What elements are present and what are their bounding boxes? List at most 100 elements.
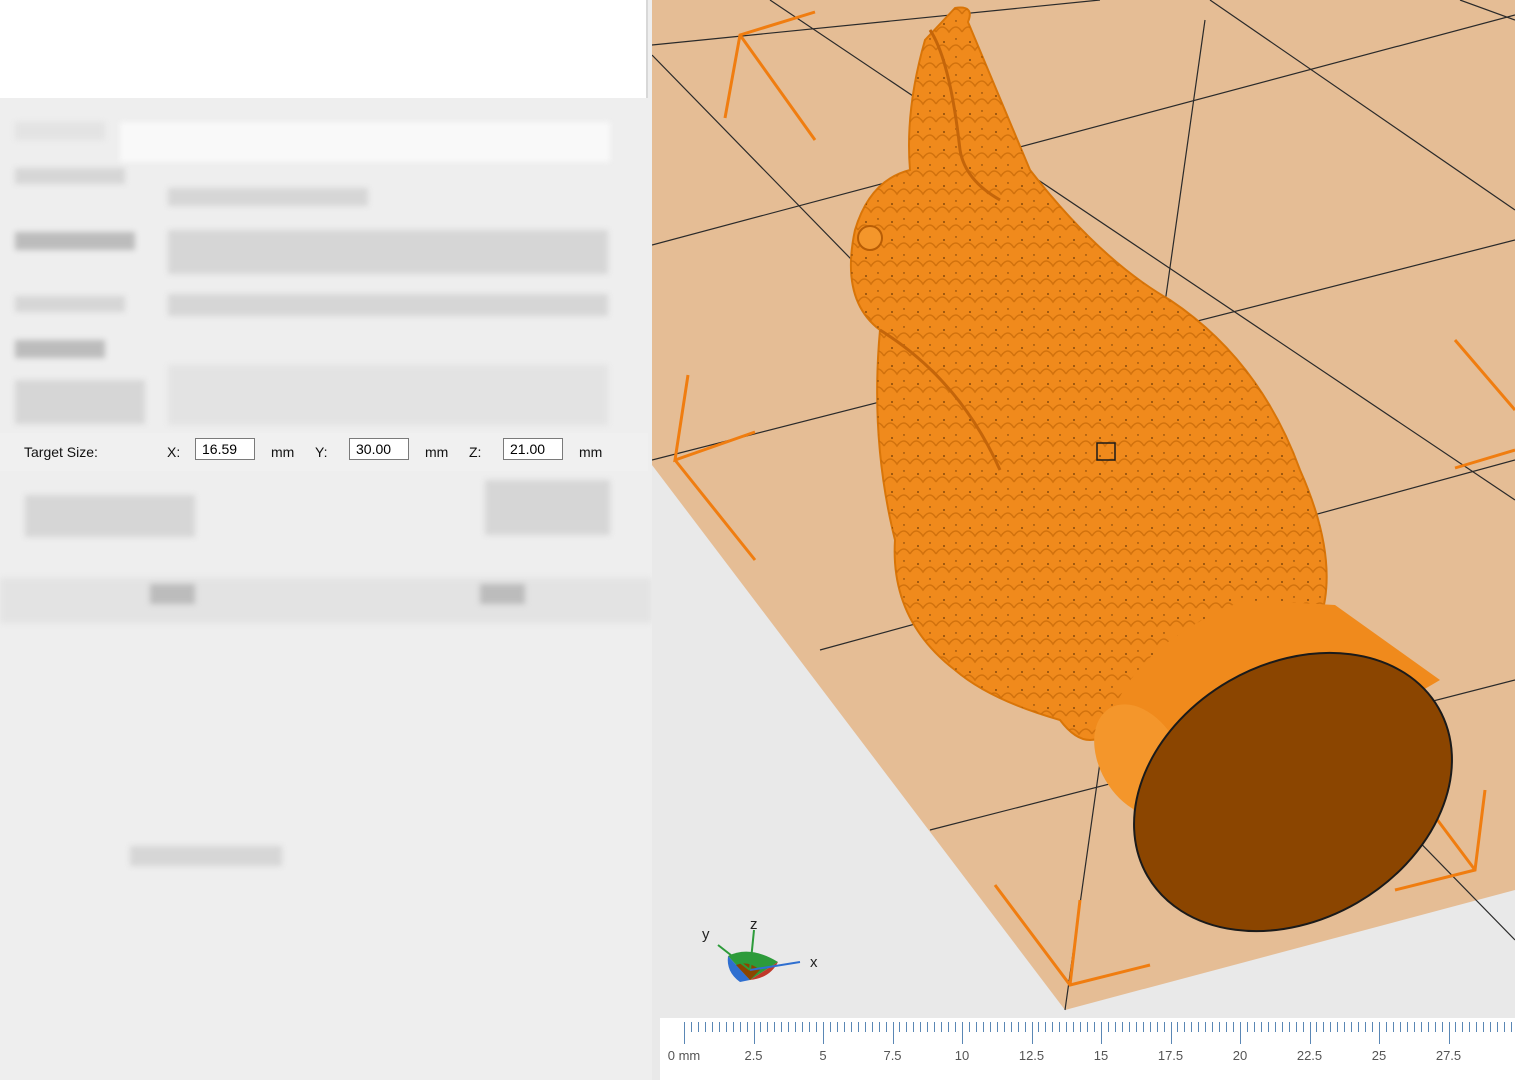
ruler-tick <box>1504 1022 1506 1032</box>
ruler-tick <box>885 1022 887 1032</box>
ruler-tick <box>1114 1022 1116 1032</box>
ruler-label: 17.5 <box>1157 1048 1184 1063</box>
ruler-label: 25 <box>1371 1048 1387 1063</box>
blurred-button-bar <box>0 578 652 623</box>
ruler-tick <box>1365 1022 1367 1032</box>
ruler-tick <box>968 1022 970 1032</box>
ruler-tick <box>1170 1022 1172 1044</box>
ruler-tick <box>1406 1022 1408 1032</box>
y-axis-label: Y: <box>315 444 328 460</box>
ruler-tick <box>1080 1022 1082 1032</box>
ruler-tick <box>781 1022 783 1032</box>
ruler-tick <box>718 1022 720 1032</box>
ruler-tick <box>955 1022 957 1032</box>
ruler-tick <box>996 1022 998 1032</box>
ruler-label: 2.5 <box>744 1048 763 1063</box>
blurred-label <box>15 168 125 184</box>
blurred-field-row <box>168 365 608 425</box>
ruler-tick <box>823 1022 824 1044</box>
ruler-tick <box>1052 1022 1054 1032</box>
target-size-x-input[interactable] <box>195 438 255 460</box>
ruler-tick <box>795 1022 797 1032</box>
ruler-tick <box>843 1022 845 1032</box>
ruler-tick <box>1038 1022 1040 1032</box>
ruler-tick <box>1191 1022 1193 1032</box>
ruler-tick <box>1246 1022 1248 1032</box>
ruler-tick <box>1267 1022 1269 1032</box>
ruler-tick <box>1135 1022 1137 1032</box>
ruler-tick <box>1073 1022 1075 1032</box>
ruler-tick <box>1511 1022 1513 1032</box>
target-size-z-input[interactable] <box>503 438 563 460</box>
ruler-tick <box>989 1022 991 1032</box>
ruler-label: 20 <box>1232 1048 1248 1063</box>
target-size-row: Target Size: X: mm Y: mm Z: mm <box>0 433 648 471</box>
ruler-tick <box>927 1022 929 1032</box>
ruler-tick <box>871 1022 873 1032</box>
ruler-tick <box>1420 1022 1422 1032</box>
ruler-tick <box>1107 1022 1109 1032</box>
ruler-tick <box>760 1022 762 1032</box>
ruler-tick <box>1490 1022 1492 1032</box>
y-unit-label: mm <box>425 444 449 460</box>
ruler-tick <box>1469 1022 1471 1032</box>
ruler-tick <box>788 1022 790 1032</box>
ruler-tick <box>809 1022 811 1032</box>
x-unit-label: mm <box>271 444 295 460</box>
ruler-tick <box>948 1022 950 1032</box>
ruler-tick <box>684 1022 685 1044</box>
ruler-tick <box>816 1022 818 1032</box>
ruler-tick <box>1483 1022 1485 1032</box>
ruler-tick <box>1344 1022 1346 1032</box>
ruler-tick <box>913 1022 915 1032</box>
target-size-y-input[interactable] <box>349 438 409 460</box>
ruler-tick <box>1031 1022 1033 1044</box>
ruler-tick <box>1399 1022 1401 1032</box>
3d-viewport[interactable]: y z x <box>652 0 1515 1080</box>
ruler-tick <box>1128 1022 1130 1032</box>
ruler-tick <box>767 1022 769 1032</box>
blurred-option <box>25 495 195 537</box>
ruler-tick <box>690 1022 692 1032</box>
z-axis-label: Z: <box>469 444 482 460</box>
ruler-tick <box>1385 1022 1387 1032</box>
blurred-label <box>15 380 145 424</box>
x-axis-label: X: <box>167 444 181 460</box>
blurred-field-row <box>168 294 608 316</box>
ruler-tick <box>1017 1022 1019 1032</box>
ruler-tick <box>1121 1022 1123 1032</box>
blurred-button <box>485 480 610 535</box>
scene-svg <box>652 0 1515 1011</box>
ruler-tick <box>1205 1022 1207 1032</box>
ruler-tick <box>982 1022 984 1032</box>
ruler-label: 7.5 <box>883 1048 902 1063</box>
ruler-tick <box>1066 1022 1068 1032</box>
blurred-status-text <box>130 846 282 866</box>
target-size-label: Target Size: <box>24 444 98 460</box>
ruler-tick <box>1212 1022 1214 1032</box>
ruler-tick <box>906 1022 908 1032</box>
ruler-tick <box>1302 1022 1304 1032</box>
ruler-tick <box>711 1022 713 1032</box>
ruler-tick <box>1413 1022 1415 1032</box>
ruler-tick <box>739 1022 741 1032</box>
ruler-tick <box>1434 1022 1436 1032</box>
ruler-tick <box>892 1022 894 1044</box>
orientation-widget[interactable]: y z x <box>700 916 830 1000</box>
ruler-label: 10 <box>954 1048 970 1063</box>
ruler-tick <box>697 1022 699 1032</box>
ruler-tick <box>1045 1022 1047 1032</box>
ruler-tick <box>704 1022 706 1032</box>
ruler-tick <box>934 1022 936 1032</box>
ruler-tick <box>850 1022 852 1032</box>
ruler-tick <box>1427 1022 1429 1032</box>
blurred-title-bar <box>120 122 610 162</box>
ruler-tick <box>1309 1022 1311 1044</box>
ruler-tick <box>1177 1022 1179 1032</box>
ruler-tick <box>1351 1022 1353 1032</box>
z-unit-label: mm <box>579 444 603 460</box>
ruler-tick <box>1323 1022 1325 1032</box>
blurred-label <box>15 232 135 250</box>
ruler-tick <box>1497 1022 1499 1032</box>
ruler-tick <box>774 1022 776 1032</box>
